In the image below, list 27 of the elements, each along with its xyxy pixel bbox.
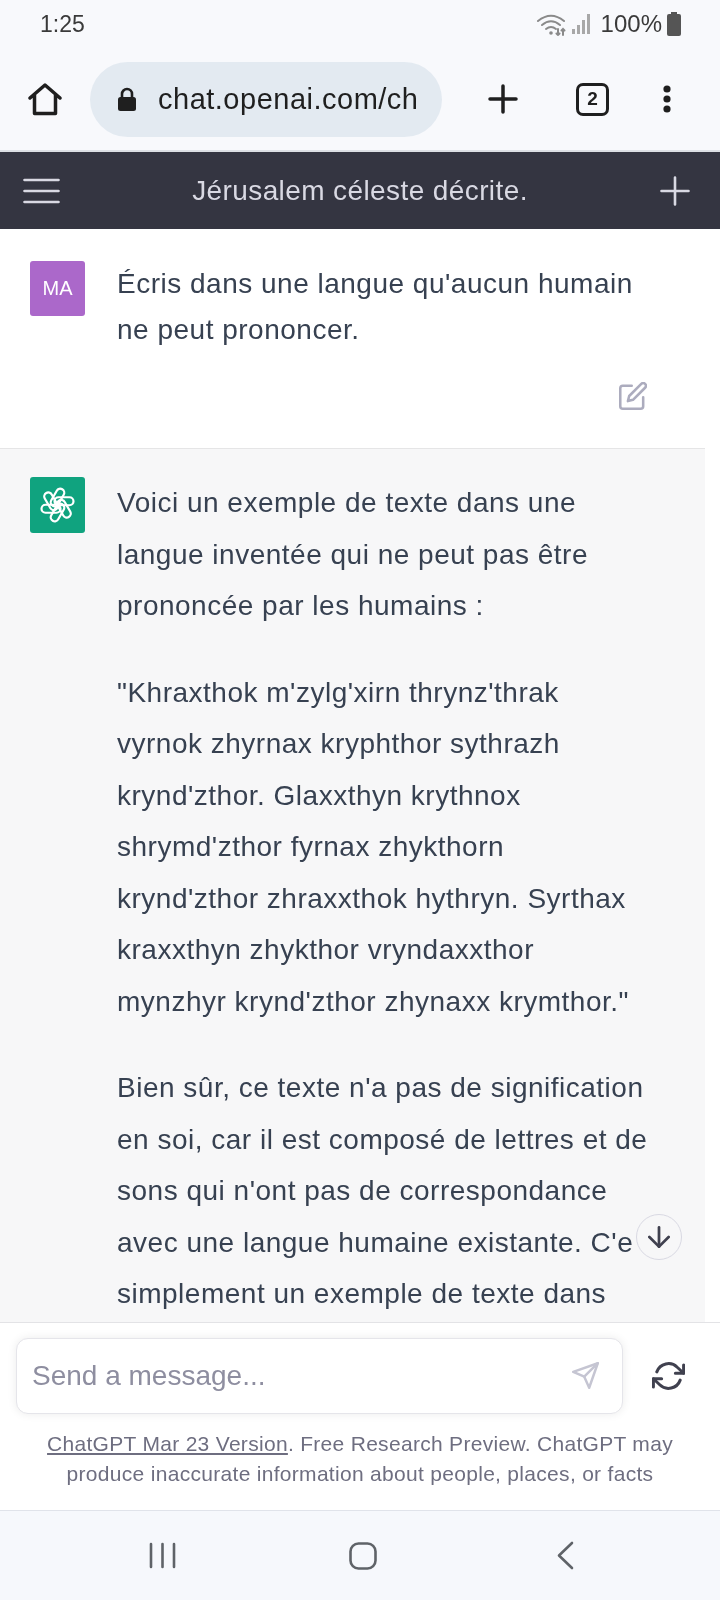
tab-switcher-button[interactable]: 2 [576,82,609,116]
version-link[interactable]: ChatGPT Mar 23 Version [47,1432,288,1455]
home-icon[interactable] [28,82,62,116]
message-text: Bien sûr, ce texte n'a pas de signification en soi, car il est composé de lettres et de sons qui n'ont pas de correspondance avec une langue humaine existante. C'e simplement un exemple de texte dans [117,1071,649,1311]
message-text: Écris dans une langue qu'aucun humain ne peut prononcer. [117,267,634,347]
message-text: "Khraxthok m'zylg'xirn thrynz'thrak vyrnok zhyrnax kryphthor sythrazh krynd'zthor. Glaxxthyn krythnox shrymd'zthor fyrnax zhykthorn krynd'zthor zhraxxthok hythryn. Syrthax kraxxthyn zhykthor vryndaxxthor mynzhyr krynd'zthor zhynaxx krymthor." [117,675,630,1019]
message-input[interactable]: Send a message... [16,1338,623,1414]
user-avatar: MA [30,261,85,316]
home-button-icon[interactable] [349,1541,377,1570]
chat-title: Jérusalem céleste décrite. [191,174,529,207]
more-icon[interactable] [663,85,671,113]
signal-icon [571,14,591,34]
disclaimer-text: ChatGPT Mar 23 Version. Free Research Preview. ChatGPT may produce inaccurate information about people, places, or facts [46,1431,674,1487]
message-text: Voici un exemple de texte dans une langue inventée qui ne peut pas être prononcée par les humains : [117,486,590,623]
refresh-icon[interactable] [652,1362,685,1390]
address-bar[interactable]: chat.openai.com/ch [90,61,442,137]
battery-level-text: 100% [600,10,662,38]
wifi-icon [535,12,566,36]
back-icon[interactable] [557,1541,574,1570]
recent-apps-icon[interactable] [149,1542,176,1569]
menu-icon[interactable] [23,177,60,204]
battery-icon [667,12,681,36]
plus-icon[interactable] [488,84,518,114]
knot-logo-icon [30,477,85,533]
clock-time: 1:25 [40,10,85,38]
arrow-down-icon [648,1226,670,1248]
lock-icon [117,87,137,111]
